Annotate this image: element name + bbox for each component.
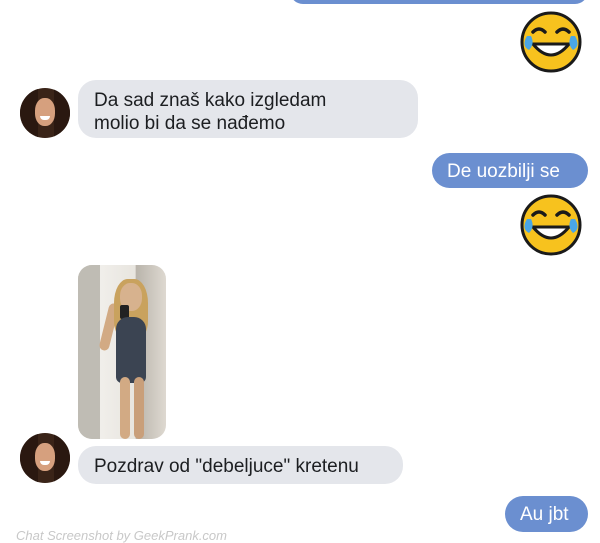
face-with-tears-of-joy-icon: [520, 11, 582, 73]
avatar[interactable]: [20, 433, 70, 483]
incoming-message-bubble: Da sad znaš kako izgledam molio bi da se…: [78, 80, 418, 138]
outgoing-message-bubble: De uozbilji se: [432, 153, 588, 188]
chat-thread: Da sad znaš kako izgledam molio bi da se…: [0, 0, 600, 543]
message-text: Au jbt: [520, 504, 569, 525]
watermark-text: Chat Screenshot by GeekPrank.com: [16, 528, 227, 543]
outgoing-bubble-cutoff: [290, 0, 588, 4]
photo-attachment[interactable]: [78, 265, 166, 439]
message-text: Pozdrav od "debeljuce" kretenu: [94, 456, 359, 477]
outgoing-message-bubble: Au jbt: [505, 496, 588, 532]
message-text-line: Da sad znaš kako izgledam: [94, 90, 327, 111]
avatar[interactable]: [20, 88, 70, 138]
incoming-message-bubble: Pozdrav od "debeljuce" kretenu: [78, 446, 403, 484]
message-text: De uozbilji se: [447, 161, 560, 182]
face-with-tears-of-joy-icon: [520, 194, 582, 256]
message-text-line: molio bi da se nađemo: [94, 113, 286, 134]
